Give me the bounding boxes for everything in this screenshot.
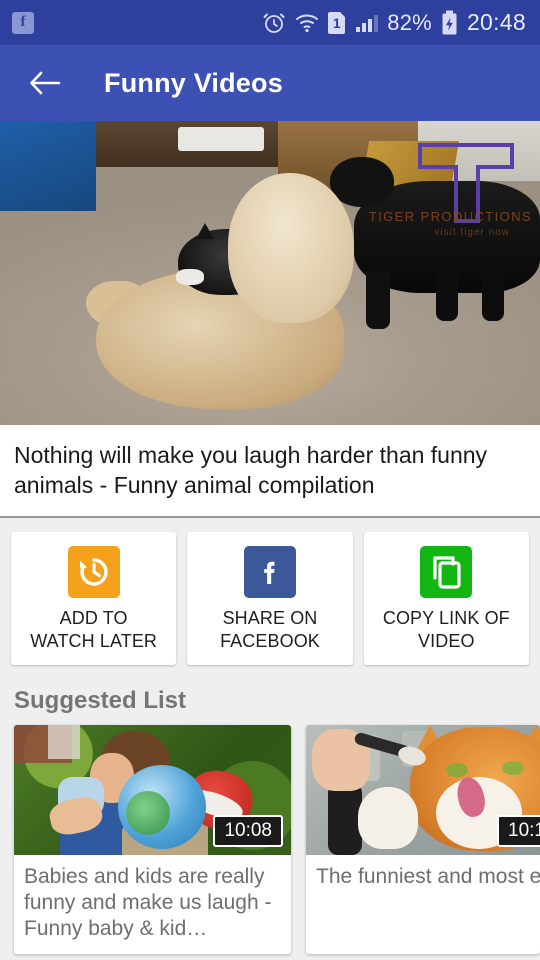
add-to-watch-later-label: ADD TO WATCH LATER <box>30 607 157 653</box>
action-label-line2: FACEBOOK <box>220 631 320 651</box>
facebook-icon <box>243 546 296 598</box>
thumb-detail <box>358 787 418 849</box>
thumb-detail <box>126 791 170 835</box>
video-title-section: Nothing will make you laugh harder than … <box>0 425 540 518</box>
facebook-notification-icon: f <box>12 11 34 34</box>
status-bar-notifications: f <box>12 11 34 34</box>
black-cat-leg <box>482 269 504 321</box>
share-on-facebook-button[interactable]: SHARE ON FACEBOOK <box>187 532 353 665</box>
app-bar: Funny Videos <box>0 45 540 121</box>
suggested-video-card[interactable]: 10:08 Babies and kids are really funny a… <box>14 725 291 954</box>
action-label-line1: COPY LINK OF <box>382 608 510 628</box>
action-button-row: ADD TO WATCH LATER SHARE ON FACEBOOK COP… <box>0 518 540 677</box>
page-title: Funny Videos <box>104 67 283 98</box>
action-label-line1: SHARE ON <box>222 608 318 628</box>
watermark-text: TIGER PRODUCTIONS <box>368 209 532 224</box>
facebook-glyph: f <box>20 14 26 30</box>
suggested-video-title: Babies and kids are really funny and mak… <box>24 865 272 940</box>
suggested-list-row[interactable]: 10:08 Babies and kids are really funny a… <box>0 725 540 954</box>
copy-link-of-video-label: COPY LINK OF VIDEO <box>383 607 510 653</box>
suggested-video-card[interactable]: 10:1 The funniest and most entertaining … <box>306 725 540 954</box>
black-kitten-paw <box>176 269 204 285</box>
suggested-list-header: Suggested List <box>0 677 540 725</box>
thumb-detail <box>502 761 524 775</box>
status-bar: f 1 82% 20:48 <box>0 0 540 45</box>
ginger-cat-with-spoon-thumbnail: 10:1 <box>306 725 540 855</box>
video-duration-badge: 10:08 <box>213 815 283 847</box>
dog-head <box>228 173 354 323</box>
video-blue-wall <box>0 121 96 211</box>
action-label-line1: ADD TO <box>59 608 128 628</box>
battery-charging-icon <box>442 10 457 34</box>
status-bar-system-icons: 1 82% 20:48 <box>262 9 526 36</box>
thumb-detail <box>328 783 362 855</box>
history-clock-icon <box>67 546 120 598</box>
clock-label: 20:48 <box>466 9 526 35</box>
alarm-icon <box>263 13 285 33</box>
video-white-object <box>178 127 264 151</box>
add-to-watch-later-button[interactable]: ADD TO WATCH LATER <box>11 532 177 665</box>
app-screen: f 1 82% 20:48 Funny Videos TIGER PRODUCT… <box>0 0 540 960</box>
wifi-icon <box>296 14 319 32</box>
thumb-detail <box>48 725 80 759</box>
copy-icon <box>420 546 473 598</box>
watermark-subtext: visit tiger now <box>434 227 510 238</box>
black-cat-leg <box>436 271 458 321</box>
video-player[interactable]: TIGER PRODUCTIONS visit tiger now <box>0 121 540 425</box>
video-duration-badge: 10:1 <box>497 815 540 847</box>
sim-1-icon: 1 <box>328 11 346 34</box>
black-cat-leg <box>366 271 390 329</box>
action-label-line2: VIDEO <box>418 631 475 651</box>
copy-link-of-video-button[interactable]: COPY LINK OF VIDEO <box>363 532 529 665</box>
suggested-video-title: The funniest and most entertaining ANIMA… <box>316 865 540 888</box>
signal-bars-icon <box>356 14 379 32</box>
black-kitten-ear <box>196 223 214 239</box>
kid-with-ball-thumbnail: 10:08 <box>14 725 291 855</box>
back-button[interactable] <box>22 60 68 106</box>
action-label-line2: WATCH LATER <box>30 631 158 651</box>
video-title: Nothing will make you laugh harder than … <box>14 442 488 498</box>
sim-label: 1 <box>332 14 341 31</box>
battery-percent-label: 82% <box>387 9 432 35</box>
share-on-facebook-label: SHARE ON FACEBOOK <box>220 607 320 653</box>
back-arrow-icon <box>30 71 61 95</box>
thumb-detail <box>446 763 468 777</box>
